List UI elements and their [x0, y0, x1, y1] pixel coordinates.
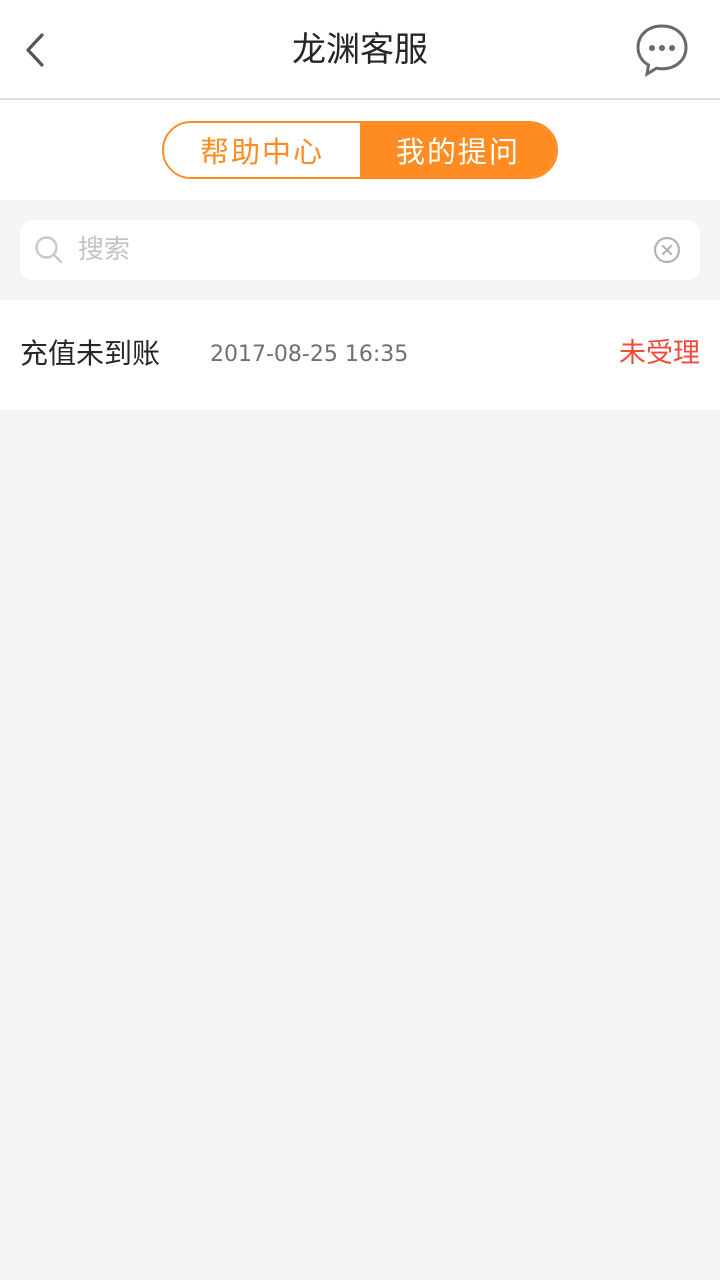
chat-button[interactable]	[634, 22, 690, 78]
clear-icon[interactable]	[652, 235, 682, 265]
search-box	[20, 220, 700, 280]
tab-my-questions[interactable]: 我的提问	[360, 123, 556, 177]
search-icon	[35, 236, 63, 264]
search-input[interactable]	[76, 228, 636, 272]
nav-bar: 龙渊客服	[0, 0, 720, 100]
search-section	[0, 200, 720, 300]
question-list: 充值未到账 2017-08-25 16:35 未受理	[0, 300, 720, 410]
tab-bar: 帮助中心 我的提问	[0, 100, 720, 200]
segmented-control: 帮助中心 我的提问	[162, 121, 558, 179]
status-badge: 未受理	[619, 338, 700, 369]
tab-help-center[interactable]: 帮助中心	[164, 123, 360, 177]
list-item[interactable]: 充值未到账 2017-08-25 16:35 未受理	[0, 300, 720, 410]
page-title: 龙渊客服	[292, 30, 428, 70]
question-time: 2017-08-25 16:35	[210, 342, 409, 367]
chat-bubble-icon	[636, 24, 688, 77]
question-title: 充值未到账	[20, 337, 161, 370]
